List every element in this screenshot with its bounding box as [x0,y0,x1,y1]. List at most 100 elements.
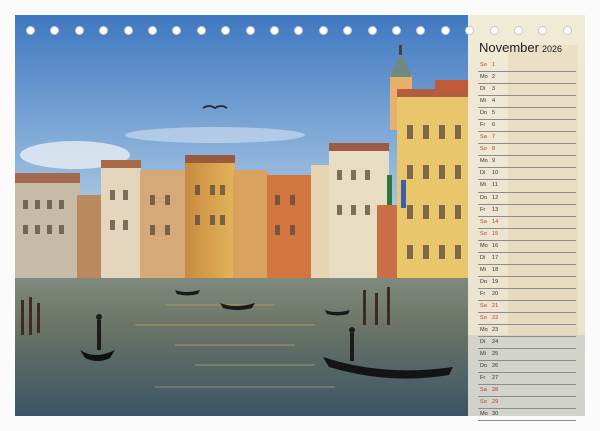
calendar-page: November 2026 So 1 Mo 2 Di 3 Mi 4 Do 5 Fr 6 Sa 7 So 8 Mo 9… [0,0,600,431]
weekday-label: Sa [480,387,487,394]
weekday-label: Mo [480,74,488,81]
canal-scene [15,15,468,416]
binding-ring [318,26,328,35]
day-row: Fr 6 [478,120,576,133]
weekday-label: Fr [480,206,486,213]
binding-ring [26,26,35,35]
day-number: 12 [492,194,499,201]
binding-ring [416,26,426,35]
day-row: Di 3 [478,84,576,97]
day-number: 27 [492,375,499,382]
day-number: 18 [492,266,499,273]
binding-ring [514,26,523,35]
binding-ring [489,26,499,35]
weekday-label: Di [480,170,486,177]
binding-ring [538,26,548,35]
day-number: 2 [492,74,496,81]
day-number: 16 [492,242,499,249]
day-number: 7 [492,134,496,141]
weekday-label: Di [480,339,486,346]
day-row: Di 24 [478,337,576,350]
binding-ring [294,26,304,35]
binding-ring [172,26,182,35]
binding-ring [270,26,279,35]
day-number: 10 [492,170,499,177]
day-number: 9 [492,158,496,165]
day-row: Mo 23 [478,325,576,338]
weekday-label: So [480,62,487,68]
weekday-label: Sa [480,302,487,309]
binding-ring [196,26,206,35]
binding-ring [74,26,84,35]
day-number: 13 [492,206,499,213]
binding-ring [123,26,133,35]
day-number: 29 [492,399,499,406]
weekday-label: So [480,399,487,406]
day-number: 3 [492,86,496,93]
weekday-label: So [480,146,487,153]
year-label: 2026 [541,44,562,54]
day-number: 19 [492,278,499,285]
weekday-label: Mi [480,182,486,189]
day-row: Fr 20 [478,289,576,301]
day-row: Sa 21 [478,301,576,313]
day-number: 4 [492,98,496,105]
binding-ring [99,26,109,35]
day-row: Di 10 [478,168,576,181]
day-row: Mo 16 [478,241,576,253]
weekday-label: Mi [480,351,486,358]
day-number: 26 [492,363,499,370]
day-row: So 8 [478,144,576,157]
month-name: November [479,40,539,55]
binding-ring [392,26,401,35]
day-number: 20 [492,290,499,297]
day-row: Do 26 [478,361,576,374]
day-number: 6 [492,122,496,129]
spiral-binding [20,26,580,38]
weekday-label: Fr [480,375,486,382]
venice-grand-canal-photo [15,15,468,416]
binding-ring [562,26,572,35]
weekday-label: Mo [480,158,488,165]
day-number: 11 [492,182,498,189]
weekday-label: Mi [480,266,486,273]
month-title: November 2026 [479,40,562,55]
day-number: 14 [492,218,499,225]
day-row: Sa 28 [478,385,576,398]
weekday-label: Mo [480,327,488,334]
day-row: Do 19 [478,277,576,289]
day-number: 22 [492,314,499,321]
binding-ring [465,26,475,35]
day-list: So 1 Mo 2 Di 3 Mi 4 Do 5 Fr 6 Sa 7 So 8 Mo 9 Di 10 Mi 11 Do 12 F… [478,60,576,422]
weekday-label: Do [480,363,488,370]
binding-ring [221,26,231,35]
day-row: So 22 [478,313,576,326]
binding-ring [148,26,157,35]
day-row: So 29 [478,397,576,410]
day-row: Fr 27 [478,373,576,386]
day-row: Mi 11 [478,180,576,193]
day-row: Mi 25 [478,349,576,362]
binding-ring [367,26,377,35]
weekday-label: Mo [480,411,488,418]
weekday-label: Mi [480,98,486,105]
day-row: Mi 18 [478,265,576,277]
day-row: Mo 9 [478,156,576,169]
day-row: So 1 [478,60,576,73]
day-number: 8 [492,146,496,153]
day-number: 1 [492,62,496,68]
day-number: 28 [492,387,499,394]
day-row: Mi 4 [478,96,576,109]
weekday-label: Mo [480,242,488,249]
binding-ring [50,26,60,35]
day-number: 30 [492,411,499,418]
day-row: Mo 30 [478,409,576,422]
day-row: Fr 13 [478,205,576,217]
weekday-label: Do [480,110,488,117]
day-row: Do 5 [478,108,576,121]
weekday-label: Fr [480,122,486,129]
day-row: Sa 7 [478,132,576,145]
weekday-label: Di [480,254,486,261]
binding-ring [343,26,353,35]
day-row: Mo 2 [478,72,576,85]
